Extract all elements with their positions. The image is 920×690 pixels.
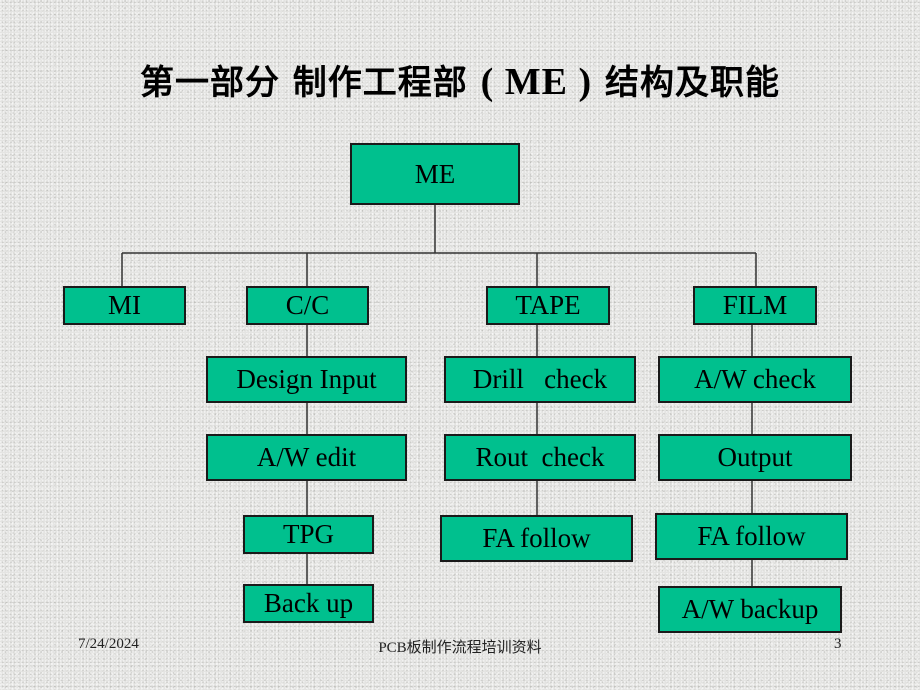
- footer-center-text: PCB板制作流程培训资料: [378, 640, 542, 656]
- node-label: Output: [717, 442, 793, 472]
- node-back-up: Back up: [243, 584, 374, 623]
- node-label: TPG: [282, 519, 334, 549]
- node-drill-check: Drill check: [444, 356, 636, 403]
- node-output: Output: [658, 434, 852, 481]
- node-me: ME: [350, 143, 520, 205]
- node-label: A/W backup: [681, 594, 819, 624]
- node-cc: C/C: [246, 286, 369, 325]
- node-aw-edit: A/W edit: [206, 434, 407, 481]
- node-label: C/C: [285, 290, 330, 320]
- node-film: FILM: [693, 286, 817, 325]
- node-label: ME: [414, 158, 456, 189]
- node-rout-check: Rout check: [444, 434, 636, 481]
- node-label: FILM: [722, 290, 788, 320]
- node-aw-check: A/W check: [658, 356, 852, 403]
- node-label: MI: [108, 290, 141, 320]
- node-label: Rout check: [475, 442, 605, 472]
- node-label: TAPE: [515, 290, 581, 320]
- node-label: Drill check: [472, 364, 608, 394]
- node-tpg: TPG: [243, 515, 374, 554]
- node-tape: TAPE: [486, 286, 610, 325]
- node-label: FA follow: [482, 523, 591, 553]
- node-design-input: Design Input: [206, 356, 407, 403]
- node-label: A/W edit: [256, 442, 357, 472]
- node-label: A/W check: [694, 364, 816, 394]
- node-label: Back up: [263, 588, 354, 618]
- node-film-fa-follow: FA follow: [655, 513, 848, 560]
- node-mi: MI: [63, 286, 186, 325]
- page-number: 3: [834, 636, 842, 652]
- node-aw-backup: A/W backup: [658, 586, 842, 633]
- node-label: FA follow: [697, 521, 806, 551]
- node-label: Design Input: [236, 364, 377, 394]
- node-tape-fa-follow: FA follow: [440, 515, 633, 562]
